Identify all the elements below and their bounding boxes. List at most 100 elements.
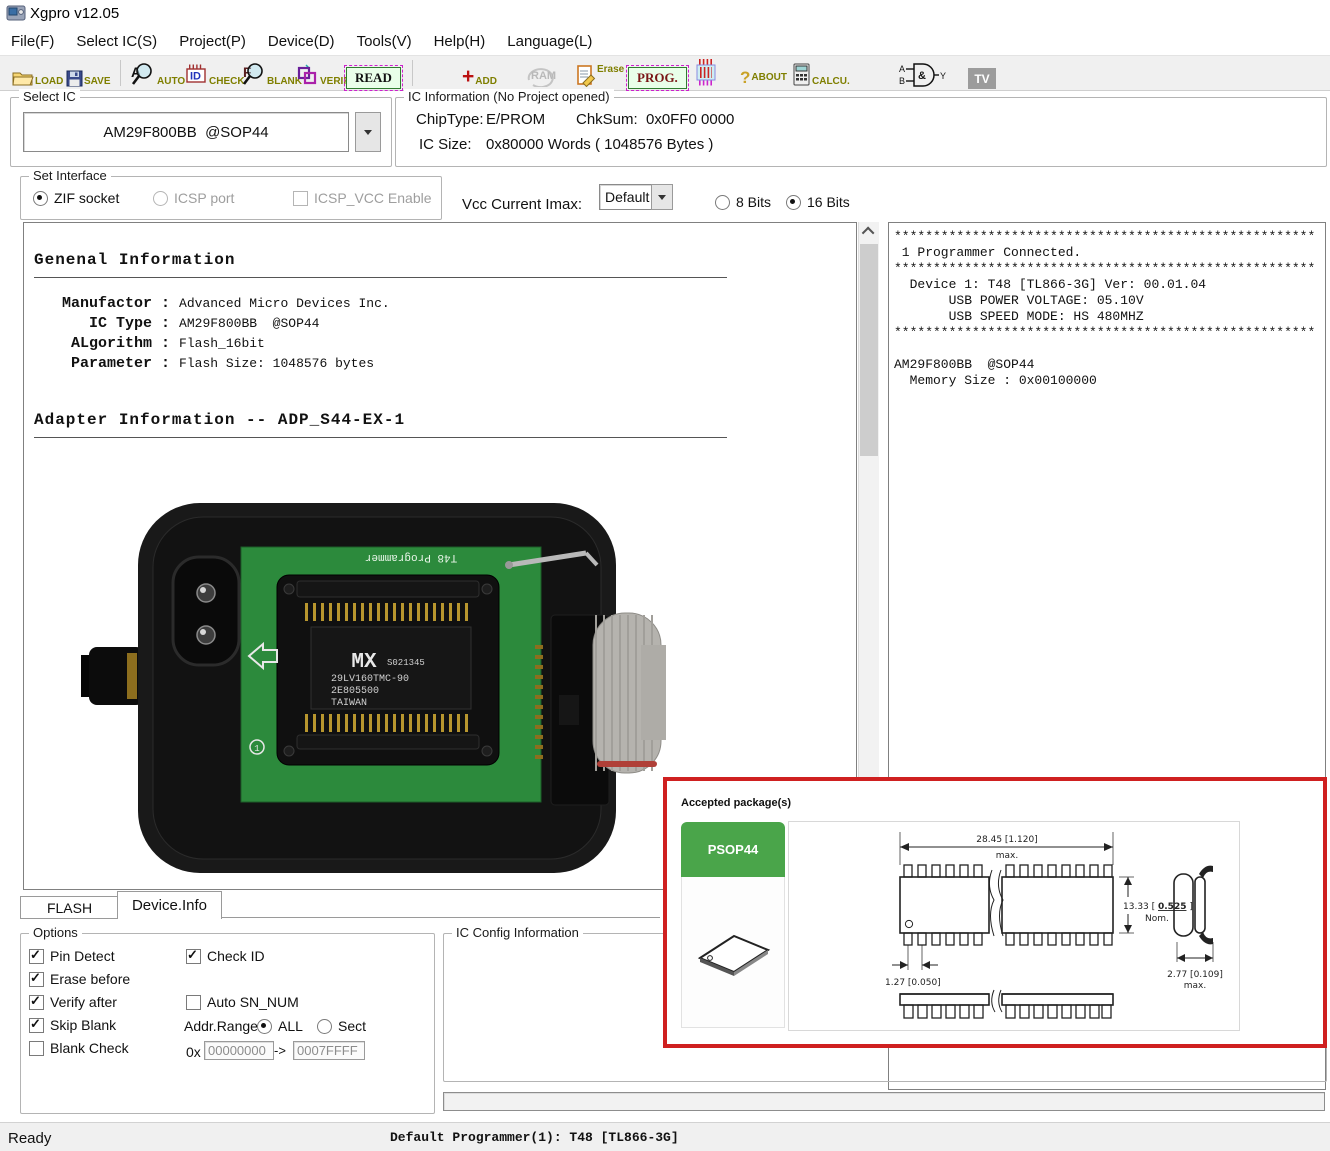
ram-button[interactable]: RAM (524, 59, 560, 87)
blank-button[interactable]: F BLANK (240, 59, 302, 87)
addr-all-label: ALL (278, 1018, 303, 1034)
addr-all-radio[interactable]: ALL (257, 1018, 303, 1034)
blank-check-checkbox[interactable]: Blank Check (29, 1040, 129, 1056)
set-interface-group: Set Interface ZIF socket ICSP port ICSP_… (20, 168, 442, 220)
chip-country-text: TAIWAN (331, 698, 367, 709)
addr-to-input[interactable]: 0007FFFF (293, 1041, 365, 1060)
gate-amp: & (918, 70, 926, 82)
tab-flash[interactable]: FLASH (20, 896, 119, 919)
pin-detect-checkbox[interactable]: Pin Detect (29, 947, 115, 964)
checkbox-icon (29, 1016, 44, 1033)
prog-button[interactable]: PROG. (626, 61, 689, 91)
package-3d-icon (697, 934, 771, 976)
zif-socket-radio[interactable]: ZIF socket (33, 190, 119, 206)
vcc-imax-label: Vcc Current Imax: (462, 196, 583, 213)
options-group-label: Options (29, 925, 82, 940)
vcc-imax-select[interactable]: Default (599, 184, 658, 210)
add-button[interactable]: + ADD (462, 59, 497, 87)
status-ready: Ready (8, 1130, 52, 1147)
tab-strip-line (220, 917, 660, 918)
row-label: Parameter (70, 355, 152, 372)
divider (34, 277, 727, 278)
scroll-up-button[interactable] (859, 222, 879, 240)
radio-icon (715, 194, 730, 210)
package-tab-psop44: PSOP44 (681, 822, 785, 877)
info-row-parameter: Parameter : Flash Size: 1048576 bytes (34, 355, 374, 372)
options-group: Options Pin Detect Erase before Verify a… (20, 925, 435, 1114)
8bits-radio[interactable]: 8 Bits (715, 194, 771, 210)
window-title: Xgpro v12.05 (30, 5, 120, 22)
menu-bar: File(F) Select IC(S) Project(P) Device(D… (0, 27, 1330, 55)
menu-item-tools[interactable]: Tools(V) (346, 33, 423, 50)
check-button[interactable]: ID CHECK (184, 59, 245, 87)
dim-height-post: ] (1186, 902, 1192, 912)
checkbox-icon (186, 994, 201, 1010)
skip-blank-checkbox[interactable]: Skip Blank (29, 1016, 117, 1033)
colon: : (161, 355, 171, 372)
blank-magnifier-icon: F (242, 63, 263, 85)
app-window: { "window": {"title": "Xgpro v12.05"}, "… (0, 0, 1330, 1151)
log-line: Device 1: T48 [TL866-3G] Ver: 00.01.04 (894, 277, 1207, 292)
dim-height-text: 13.33 [ 0.525 ] (1123, 902, 1193, 912)
ic-test-button[interactable] (692, 58, 720, 86)
chevron-up-icon (861, 226, 874, 239)
verify-after-checkbox[interactable]: Verify after (29, 993, 117, 1010)
icsp-vcc-checkbox[interactable]: ICSP_VCC Enable (293, 190, 432, 206)
psop44-dimension-drawing: 28.45 [1.120] max. 13.33 [ 0.525] Nom. … (885, 832, 1223, 1019)
chip-icon (696, 59, 716, 86)
16bits-radio[interactable]: 16 Bits (786, 194, 850, 210)
dim-height-pre: 13.33 [ (1123, 902, 1158, 912)
gate-input-a: A (899, 64, 905, 74)
about-label: ABOUT (751, 72, 787, 83)
select-ic-combobox[interactable]: AM29F800BB @SOP44 (23, 112, 349, 152)
icsp-port-label: ICSP port (174, 190, 235, 206)
auto-sn-checkbox[interactable]: Auto SN_NUM (186, 994, 299, 1010)
erase-before-checkbox[interactable]: Erase before (29, 970, 130, 987)
calcu-label: CALCU. (812, 76, 850, 87)
log-line: 1 Programmer Connected. (894, 245, 1082, 260)
icsp-port-radio[interactable]: ICSP port (153, 190, 234, 206)
read-button[interactable]: READ (344, 61, 403, 91)
erase-button[interactable]: Erase (576, 59, 624, 87)
checkbox-icon (29, 1040, 44, 1056)
save-button[interactable]: SAVE (66, 59, 111, 87)
gate-input-b: B (899, 76, 905, 86)
toolbar-separator (120, 60, 121, 86)
check-id-checkbox[interactable]: Check ID (186, 947, 265, 964)
log-line: ****************************************… (894, 325, 1316, 340)
menu-item-select-ic[interactable]: Select IC(S) (65, 33, 168, 50)
chevron-down-icon (364, 129, 372, 135)
logic-test-button[interactable]: A B & Y (898, 60, 946, 88)
menu-item-device[interactable]: Device(D) (257, 33, 346, 50)
select-ic-dropdown-button[interactable] (355, 112, 381, 152)
toolbar: LOAD SAVE A AUTO ID CHECK F (0, 55, 1330, 91)
erase-label: Erase (597, 64, 625, 75)
skip-blank-label: Skip Blank (50, 1017, 117, 1033)
dim-width-text: 28.45 [1.120] (976, 835, 1037, 845)
about-button[interactable]: ? ABOUT (740, 59, 787, 87)
folder-open-icon (12, 72, 34, 86)
load-button[interactable]: LOAD (12, 59, 63, 87)
info-row-ic-type: IC Type : AM29F800BB @SOP44 (34, 315, 320, 332)
log-line: ****************************************… (894, 261, 1316, 276)
auto-button[interactable]: A AUTO (130, 59, 185, 87)
title-bar: Xgpro v12.05 (0, 0, 1330, 27)
menu-item-project[interactable]: Project(P) (168, 33, 257, 50)
menu-item-file[interactable]: File(F) (0, 33, 65, 50)
verify-squares-icon (297, 64, 317, 85)
tv-button[interactable]: TV (968, 61, 996, 89)
addr-sect-radio[interactable]: Sect (317, 1018, 366, 1034)
menu-item-language[interactable]: Language(L) (496, 33, 603, 50)
log-line: Memory Size : 0x00100000 (894, 373, 1097, 388)
tab-device-info[interactable]: Device.Info (117, 891, 222, 919)
menu-item-help[interactable]: Help(H) (423, 33, 497, 50)
auto-label: AUTO (157, 76, 186, 87)
row-label: ALgorithm (70, 335, 152, 352)
check-id-icon: ID (186, 64, 206, 83)
scrollbar-thumb[interactable] (860, 244, 878, 456)
calcu-button[interactable]: CALCU. (792, 59, 850, 87)
log-line: AM29F800BB @SOP44 (894, 357, 1035, 372)
addr-from-input[interactable]: 00000000 (204, 1041, 274, 1060)
icsize-label: IC Size: (419, 136, 472, 153)
vcc-imax-dropdown-button[interactable] (651, 184, 673, 210)
